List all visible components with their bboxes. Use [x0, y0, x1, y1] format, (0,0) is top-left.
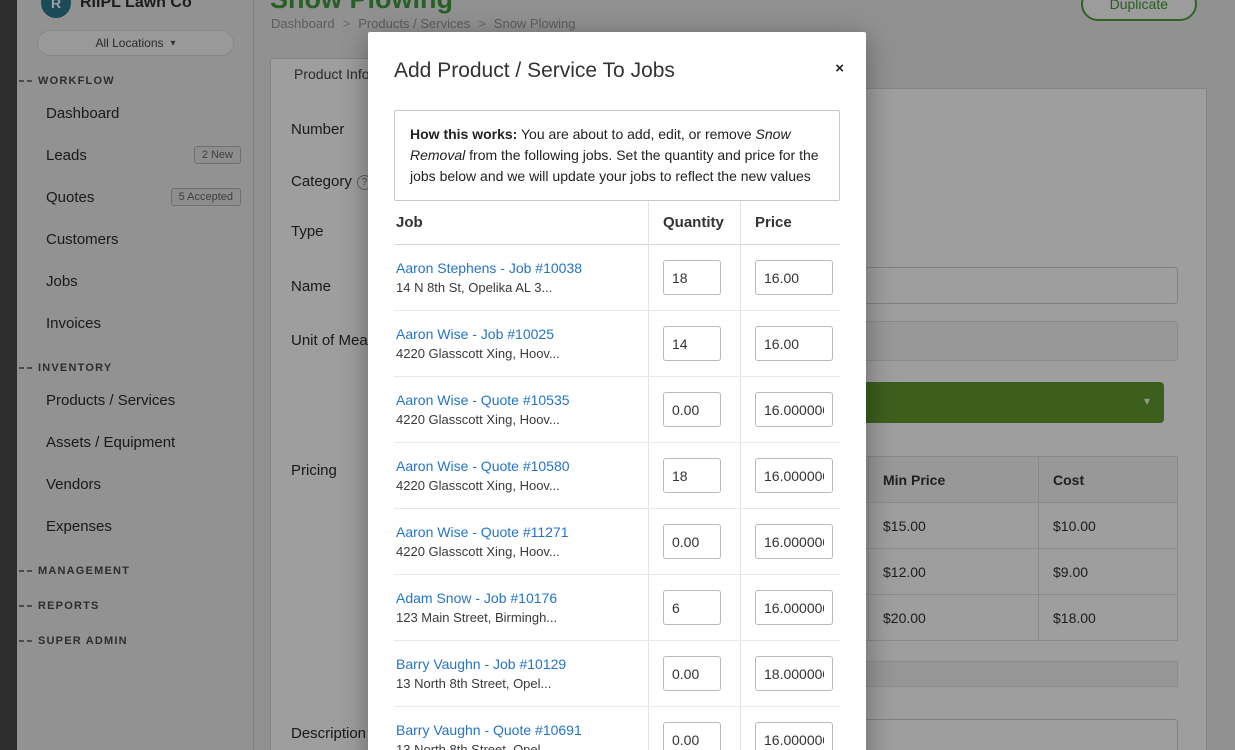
quantity-input[interactable] [663, 722, 721, 750]
modal-title: Add Product / Service To Jobs [394, 58, 840, 84]
job-row: Adam Snow - Job #10176 123 Main Street, … [394, 575, 840, 641]
jobs-table: Job Quantity Price Aaron Stephens - Job … [394, 201, 840, 750]
job-address: 4220 Glasscott Xing, Hoov... [396, 478, 640, 493]
quantity-input[interactable] [663, 326, 721, 361]
note-lead: How this works: [410, 126, 517, 142]
job-row: Aaron Wise - Job #10025 4220 Glasscott X… [394, 311, 840, 377]
job-address: 4220 Glasscott Xing, Hoov... [396, 412, 640, 427]
job-address: 14 N 8th St, Opelika AL 3... [396, 280, 640, 295]
job-link[interactable]: Adam Snow - Job #10176 [396, 590, 640, 606]
quantity-input[interactable] [663, 260, 721, 295]
job-address: 123 Main Street, Birmingh... [396, 610, 640, 625]
job-link[interactable]: Aaron Wise - Quote #10535 [396, 392, 640, 408]
note-part2: from the following jobs. Set the quantit… [410, 147, 819, 184]
job-row: Aaron Stephens - Job #10038 14 N 8th St,… [394, 245, 840, 311]
note-part1: You are about to add, edit, or remove [517, 126, 755, 142]
price-input[interactable] [755, 524, 833, 559]
jobs-table-header: Job Quantity Price [394, 201, 840, 245]
price-input[interactable] [755, 260, 833, 295]
price-input[interactable] [755, 392, 833, 427]
job-row: Barry Vaughn - Job #10129 13 North 8th S… [394, 641, 840, 707]
job-address: 4220 Glasscott Xing, Hoov... [396, 346, 640, 361]
job-column-header: Job [394, 201, 648, 244]
quantity-input[interactable] [663, 392, 721, 427]
job-row: Aaron Wise - Quote #10580 4220 Glasscott… [394, 443, 840, 509]
job-row: Barry Vaughn - Quote #10691 13 North 8th… [394, 707, 840, 750]
quantity-column-header: Quantity [648, 201, 740, 244]
job-address: 4220 Glasscott Xing, Hoov... [396, 544, 640, 559]
how-this-works-note: How this works: You are about to add, ed… [394, 110, 840, 201]
quantity-input[interactable] [663, 524, 721, 559]
job-link[interactable]: Aaron Wise - Quote #10580 [396, 458, 640, 474]
price-input[interactable] [755, 656, 833, 691]
job-row: Aaron Wise - Quote #10535 4220 Glasscott… [394, 377, 840, 443]
quantity-input[interactable] [663, 656, 721, 691]
price-column-header: Price [740, 201, 840, 244]
job-address: 13 North 8th Street, Opel... [396, 676, 640, 691]
price-input[interactable] [755, 458, 833, 493]
job-link[interactable]: Aaron Stephens - Job #10038 [396, 260, 640, 276]
close-icon[interactable]: × [835, 60, 844, 77]
job-link[interactable]: Aaron Wise - Job #10025 [396, 326, 640, 342]
job-address: 13 North 8th Street, Opel... [396, 742, 640, 750]
price-input[interactable] [755, 590, 833, 625]
quantity-input[interactable] [663, 458, 721, 493]
job-row: Aaron Wise - Quote #11271 4220 Glasscott… [394, 509, 840, 575]
job-link[interactable]: Aaron Wise - Quote #11271 [396, 524, 640, 540]
add-product-service-modal: Add Product / Service To Jobs × How this… [368, 32, 866, 750]
price-input[interactable] [755, 722, 833, 750]
job-link[interactable]: Barry Vaughn - Job #10129 [396, 656, 640, 672]
job-link[interactable]: Barry Vaughn - Quote #10691 [396, 722, 640, 738]
price-input[interactable] [755, 326, 833, 361]
quantity-input[interactable] [663, 590, 721, 625]
